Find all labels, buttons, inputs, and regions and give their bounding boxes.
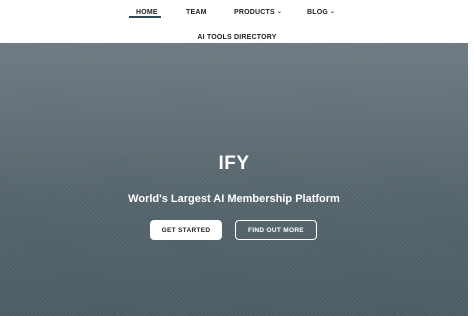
page: HOME TEAM PRODUCTS ⌄ BLOG ⌄ AI TOOLS DIREC… [0, 0, 474, 316]
chevron-down-icon: ⌄ [330, 9, 336, 15]
find-out-more-button[interactable]: FIND OUT MORE [235, 220, 317, 240]
nav-ai-tools-directory-link[interactable]: AI TOOLS DIRECTORY [197, 34, 276, 41]
chevron-down-icon: ⌄ [276, 9, 283, 15]
nav-products-menu[interactable]: PRODUCTS ⌄ [234, 8, 282, 18]
hero-subtitle: World's Largest AI Membership Platform [128, 193, 340, 205]
nav-products-label: PRODUCTS [234, 9, 275, 16]
nav-blog-label: BLOG [307, 9, 329, 16]
hero-title: IFY [218, 153, 250, 174]
top-navigation: HOME TEAM PRODUCTS ⌄ BLOG ⌄ AI TOOLS DIREC… [0, 0, 474, 43]
nav-blog-menu[interactable]: BLOG ⌄ [307, 8, 335, 18]
nav-secondary-row: AI TOOLS DIRECTORY [0, 26, 474, 44]
hero-banner: IFY World's Largest AI Membership Platfo… [0, 43, 468, 316]
get-started-button[interactable]: GET STARTED [150, 220, 222, 240]
nav-home-active-indicator [129, 16, 161, 18]
page-scrollbar-track[interactable] [468, 43, 474, 316]
nav-team-link[interactable]: TEAM [186, 8, 207, 18]
nav-primary-row: HOME TEAM PRODUCTS ⌄ BLOG ⌄ [0, 8, 474, 20]
